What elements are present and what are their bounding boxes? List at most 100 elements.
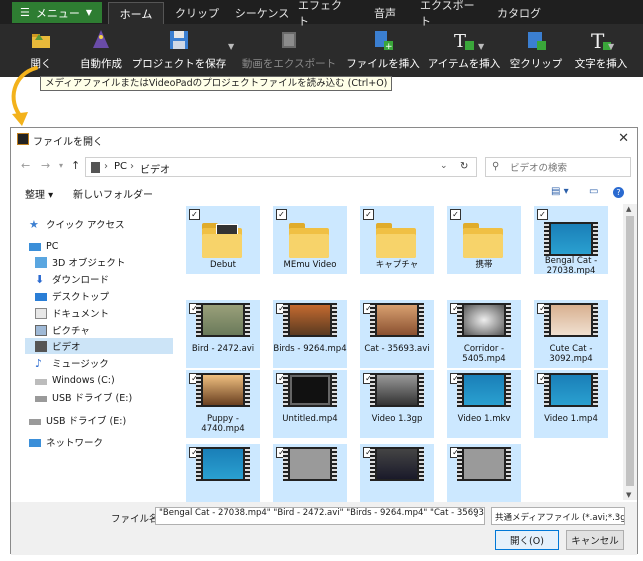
tab-home[interactable]: ホーム — [108, 2, 164, 24]
tab-audio[interactable]: 音声 — [365, 2, 405, 24]
item-label: Bengal Cat - 27038.mp4 — [544, 256, 598, 276]
nav-videos[interactable]: ビデオ — [25, 338, 173, 354]
nav-label: ダウンロード — [52, 275, 110, 286]
video-item[interactable]: ✓ Video 1.mkv — [447, 370, 521, 438]
help-icon[interactable]: ? — [613, 187, 624, 198]
save-project-button[interactable]: プロジェクトを保存 — [132, 26, 226, 74]
preview-pane-icon[interactable]: ▭ — [589, 186, 598, 197]
checkbox-checked-icon[interactable]: ✓ — [189, 209, 200, 220]
checkbox-checked-icon[interactable]: ✓ — [537, 209, 548, 220]
insert-item-button[interactable]: T アイテムを挿入 — [428, 26, 500, 74]
forward-arrow-icon[interactable]: → — [41, 159, 50, 172]
new-folder-button[interactable]: 新しいフォルダー — [73, 186, 153, 201]
folder-item[interactable]: ✓ キャプチャ — [360, 206, 434, 274]
video-thumbnail — [457, 303, 511, 337]
checkbox-checked-icon[interactable]: ✓ — [363, 209, 374, 220]
video-item[interactable]: ✓ — [186, 444, 260, 502]
file-type-select[interactable]: 共通メディアファイル (*.avi;*.3gp;*. — [491, 507, 625, 525]
video-item[interactable]: ✓ Cute Cat - 3092.mp4 — [534, 300, 608, 368]
nav-windows-c[interactable]: Windows (C:) — [35, 372, 115, 388]
nav-usb-drive[interactable]: USB ドライブ (E:) — [35, 389, 132, 405]
scroll-up-icon[interactable]: ▲ — [626, 205, 631, 213]
recent-chevron-icon[interactable]: ▾ — [59, 161, 63, 170]
nav-pc[interactable]: PC — [29, 238, 58, 254]
insert-text-dropdown-icon[interactable]: ▼ — [608, 42, 614, 51]
video-item[interactable]: ✓ Bengal Cat - 27038.mp4 — [534, 206, 608, 276]
nav-usb-drive-root[interactable]: USB ドライブ (E:) — [29, 412, 126, 428]
video-item[interactable]: ✓ — [360, 444, 434, 502]
export-video-button[interactable]: 動画をエクスポート — [242, 26, 336, 74]
breadcrumb-pc[interactable]: PC — [114, 161, 127, 172]
file-name-input[interactable]: "Bengal Cat - 27038.mp4" "Bird - 2472.av… — [155, 507, 485, 525]
menu-button[interactable]: ☰ メニュー ▼ — [12, 2, 102, 23]
organize-button[interactable]: 整理 ▾ — [25, 186, 53, 201]
video-thumbnail — [370, 447, 424, 481]
cancel-button[interactable]: キャンセル — [566, 530, 624, 550]
nav-downloads[interactable]: ⬇ ダウンロード — [35, 271, 109, 287]
video-thumbnail — [196, 447, 250, 481]
video-item[interactable]: ✓ Puppy - 4740.mp4 — [186, 370, 260, 438]
svg-text:T: T — [591, 29, 605, 52]
tab-catalog[interactable]: カタログ — [493, 2, 545, 24]
tab-clip[interactable]: クリップ — [172, 2, 222, 24]
blank-clip-button[interactable]: 空クリップ — [510, 26, 562, 74]
search-box[interactable]: ⚲ — [485, 157, 631, 177]
breadcrumb-videos[interactable]: ビデオ — [140, 161, 170, 176]
video-item[interactable]: ✓ Untitled.mp4 — [273, 370, 347, 438]
address-dropdown-icon[interactable]: ⌄ — [440, 161, 448, 171]
folder-item[interactable]: ✓ Debut — [186, 206, 260, 274]
tab-sequence[interactable]: シーケンス — [230, 2, 294, 24]
video-item[interactable]: ✓ Bird - 2472.avi — [186, 300, 260, 368]
address-bar[interactable]: › PC › ビデオ ⌄ ↻ — [85, 157, 477, 177]
item-label: キャプチャ — [375, 260, 419, 270]
folder-item[interactable]: ✓ 携帯 — [447, 206, 521, 274]
tab-effects[interactable]: エフェクト — [298, 0, 352, 28]
search-input[interactable] — [508, 160, 630, 176]
file-type-dropdown-icon[interactable]: ⌄ — [614, 510, 621, 519]
insert-item-label: アイテムを挿入 — [427, 58, 501, 70]
nav-desktop[interactable]: デスクトップ — [35, 288, 109, 304]
nav-documents[interactable]: ドキュメント — [35, 305, 109, 321]
save-dropdown-icon[interactable]: ▼ — [228, 42, 234, 51]
insert-text-button[interactable]: T 文字を挿入 — [570, 26, 632, 74]
close-icon[interactable]: ✕ — [618, 131, 629, 146]
view-options-icon[interactable]: ▤ ▾ — [551, 186, 569, 197]
tab-export[interactable]: エクスポート — [420, 0, 484, 28]
video-item[interactable]: ✓ — [273, 444, 347, 502]
video-item[interactable]: ✓ Video 1.3gp — [360, 370, 434, 438]
video-thumbnail — [544, 303, 598, 337]
auto-create-button[interactable]: 自動作成 — [76, 26, 126, 74]
nav-3d-objects[interactable]: 3D オブジェクト — [35, 254, 125, 270]
nav-network[interactable]: ネットワーク — [29, 434, 103, 450]
video-item[interactable]: ✓ — [447, 444, 521, 502]
nav-label: デスクトップ — [52, 292, 110, 303]
nav-quick-access[interactable]: ★ クイック アクセス — [29, 216, 125, 232]
video-thumbnail — [283, 303, 337, 337]
refresh-icon[interactable]: ↻ — [460, 161, 468, 172]
cube-icon — [35, 256, 47, 268]
chevron-down-icon: ▼ — [85, 8, 93, 17]
vertical-scrollbar[interactable]: ▲ ▼ — [623, 204, 637, 500]
video-thumbnail — [544, 222, 598, 256]
open-button-dialog[interactable]: 開く(O) — [495, 530, 559, 550]
checkbox-checked-icon[interactable]: ✓ — [450, 209, 461, 220]
checkbox-checked-icon[interactable]: ✓ — [276, 209, 287, 220]
folder-item[interactable]: ✓ MEmu Video — [273, 206, 347, 274]
insert-item-dropdown-icon[interactable]: ▼ — [478, 42, 484, 51]
video-item[interactable]: ✓ Video 1.mp4 — [534, 370, 608, 438]
insert-text-label: 文字を挿入 — [574, 58, 628, 70]
nav-pictures[interactable]: ピクチャ — [35, 322, 90, 338]
insert-file-button[interactable]: + ファイルを挿入 — [346, 26, 420, 74]
drive-icon — [35, 378, 47, 385]
scroll-down-icon[interactable]: ▼ — [626, 491, 631, 499]
scrollbar-thumb[interactable] — [626, 216, 634, 486]
video-item[interactable]: ✓ Corridor - 5405.mp4 — [447, 300, 521, 368]
ribbon-tabs: ☰ メニュー ▼ ホーム クリップ シーケンス エフェクト 音声 エクスポート … — [0, 0, 643, 28]
file-name-dropdown-icon[interactable]: ⌄ — [473, 510, 480, 519]
up-arrow-icon[interactable]: ↑ — [71, 159, 80, 172]
nav-music[interactable]: ♪ ミュージック — [35, 355, 109, 371]
back-arrow-icon[interactable]: ← — [21, 159, 30, 172]
video-thumbnail — [196, 373, 250, 407]
video-item[interactable]: ✓ Birds - 9264.mp4 — [273, 300, 347, 368]
video-item[interactable]: ✓ Cat - 35693.avi — [360, 300, 434, 368]
